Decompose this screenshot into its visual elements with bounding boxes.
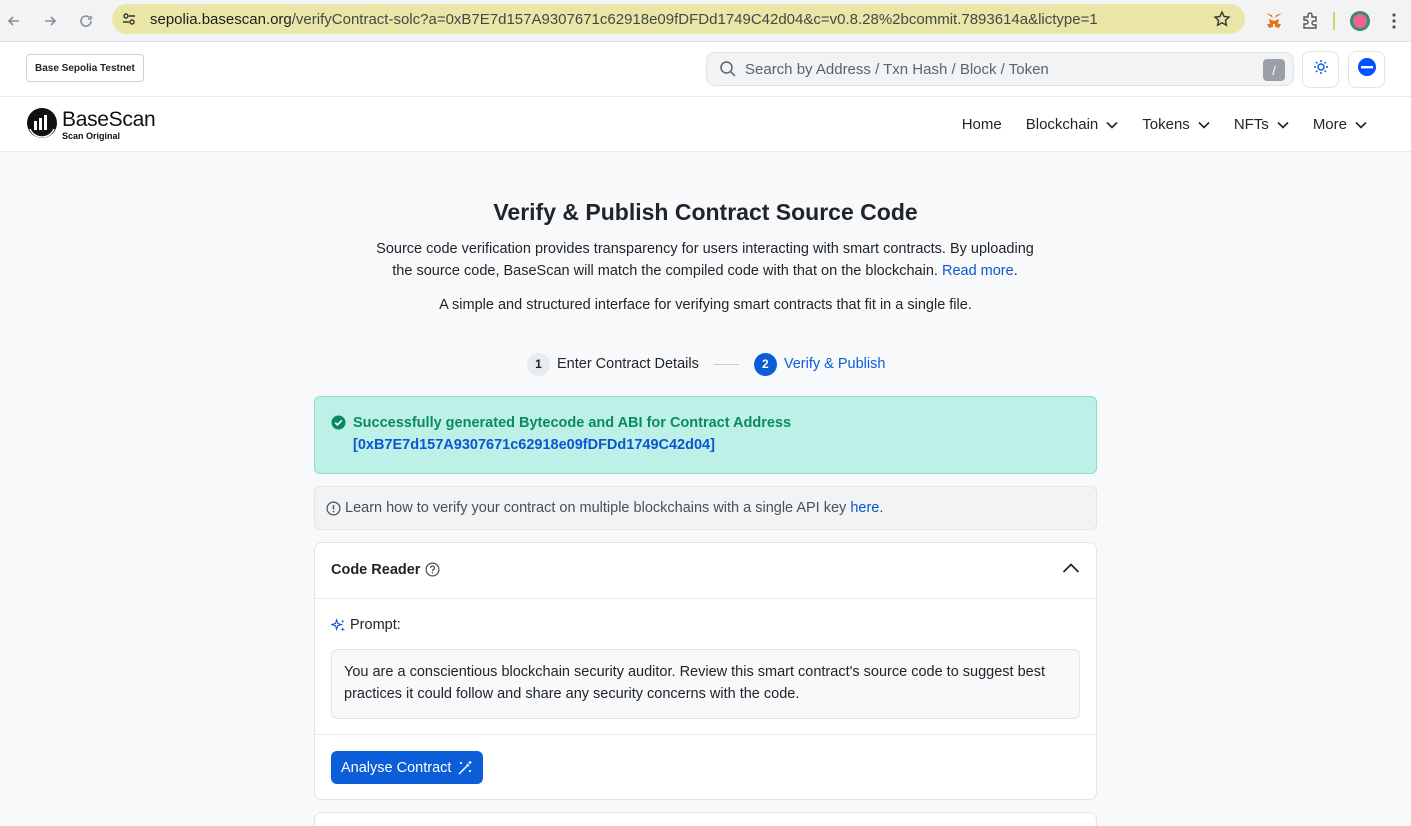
account-button[interactable] — [1348, 51, 1385, 88]
profile-avatar-icon[interactable] — [1345, 6, 1375, 36]
notice-suffix: . — [879, 500, 884, 516]
main-navbar: BaseScan Scan Original Home Blockchain T… — [0, 97, 1411, 152]
next-card — [314, 812, 1097, 826]
sparkles-icon — [331, 617, 346, 633]
nav-item-home[interactable]: Home — [962, 116, 1002, 133]
code-reader-card: Code Reader Prompt: You are a conscienti… — [314, 542, 1097, 800]
magic-wand-icon — [457, 760, 473, 776]
nav-item-more[interactable]: More — [1313, 116, 1367, 133]
network-badge[interactable]: Base Sepolia Testnet — [26, 54, 144, 82]
page-subtitle: A simple and structured interface for ve… — [439, 297, 972, 313]
chevron-down-icon — [1198, 121, 1210, 129]
prompt-label: Prompt: — [331, 617, 401, 633]
api-notice: Learn how to verify your contract on mul… — [314, 486, 1097, 530]
nav-item-label: Home — [961, 116, 1002, 133]
card-divider — [315, 734, 1096, 735]
code-reader-header[interactable]: Code Reader — [315, 543, 1096, 599]
analyse-contract-button[interactable]: Analyse Contract — [331, 751, 484, 784]
search-shortcut-key: / — [1263, 59, 1285, 81]
url-host: sepolia.basescan.org — [150, 10, 292, 28]
code-reader-title: Code Reader — [331, 562, 421, 578]
theme-toggle-button[interactable] — [1302, 51, 1339, 88]
nav-menu: Home Blockchain Tokens NFTs More — [938, 97, 1367, 152]
brand-tagline: Scan Original — [62, 130, 121, 141]
prompt-label-text: Prompt: — [350, 617, 401, 633]
bookmark-star-icon[interactable] — [1213, 10, 1231, 33]
page-title: Verify & Publish Contract Source Code — [493, 199, 918, 225]
search-box[interactable]: / — [706, 52, 1294, 86]
step-number: 1 — [527, 352, 550, 376]
extensions-puzzle-icon[interactable] — [1295, 6, 1325, 36]
chevron-down-icon — [1277, 121, 1289, 129]
info-icon — [326, 501, 341, 516]
url-text: sepolia.basescan.org/verifyContract-solc… — [150, 11, 1098, 28]
back-icon[interactable] — [0, 3, 32, 39]
sun-icon — [1313, 59, 1329, 80]
base-logo-icon — [1357, 57, 1377, 82]
notice-text: Learn how to verify your contract on mul… — [345, 500, 847, 516]
check-circle-icon — [331, 415, 346, 435]
brand-name: BaseScan — [62, 107, 156, 131]
contract-address[interactable]: [0xB7E7d157A9307671c62918e09fDFDd1749C42… — [353, 437, 715, 453]
nav-item-label: More — [1312, 116, 1347, 133]
step-label-verify-publish: Verify & Publish — [783, 356, 886, 372]
success-alert: Successfully generated Bytecode and ABI … — [314, 396, 1097, 474]
notice-here-link[interactable]: here — [850, 500, 879, 516]
step-label-enter-details[interactable]: Enter Contract Details — [557, 356, 699, 372]
search-icon — [717, 58, 739, 80]
browser-toolbar: sepolia.basescan.org/verifyContract-solc… — [0, 0, 1411, 42]
site-info-icon[interactable] — [114, 4, 144, 34]
nav-item-label: Blockchain — [1025, 116, 1099, 133]
alert-message: Successfully generated Bytecode and ABI … — [353, 415, 792, 431]
page-description: Source code verification provides transp… — [376, 241, 1034, 279]
reload-icon[interactable] — [68, 3, 104, 39]
browser-menu-icon[interactable] — [1379, 6, 1409, 36]
nav-item-blockchain[interactable]: Blockchain — [1026, 116, 1119, 133]
description-text: Source code verification provides transp… — [376, 241, 1034, 279]
chevron-down-icon — [1106, 121, 1118, 129]
toolbar-divider — [1333, 12, 1335, 30]
nav-item-label: Tokens — [1142, 116, 1190, 133]
nav-item-label: NFTs — [1233, 116, 1269, 133]
url-path: /verifyContract-solc?a=0xB7E7d157A930767… — [291, 10, 1098, 28]
analyse-button-label: Analyse Contract — [341, 759, 452, 776]
forward-icon[interactable] — [32, 3, 68, 39]
prompt-textarea[interactable]: You are a conscientious blockchain secur… — [331, 649, 1080, 719]
basescan-logo-icon — [26, 107, 58, 144]
chevron-up-icon[interactable] — [1062, 561, 1080, 579]
nav-item-tokens[interactable]: Tokens — [1142, 116, 1210, 133]
search-input[interactable] — [745, 60, 1245, 78]
chevron-down-icon — [1355, 121, 1367, 129]
top-header: Base Sepolia Testnet / — [0, 42, 1411, 97]
step-divider — [713, 363, 739, 365]
nav-item-nfts[interactable]: NFTs — [1234, 116, 1289, 133]
stepper: 1 Enter Contract Details 2 Verify & Publ… — [527, 352, 885, 376]
read-more-link[interactable]: Read more — [942, 263, 1014, 279]
help-circle-icon[interactable] — [425, 562, 440, 582]
metamask-extension-icon[interactable] — [1259, 6, 1289, 36]
address-bar[interactable]: sepolia.basescan.org/verifyContract-solc… — [112, 4, 1245, 34]
basescan-logo[interactable]: BaseScan Scan Original — [26, 107, 156, 144]
step-number: 2 — [753, 352, 777, 376]
